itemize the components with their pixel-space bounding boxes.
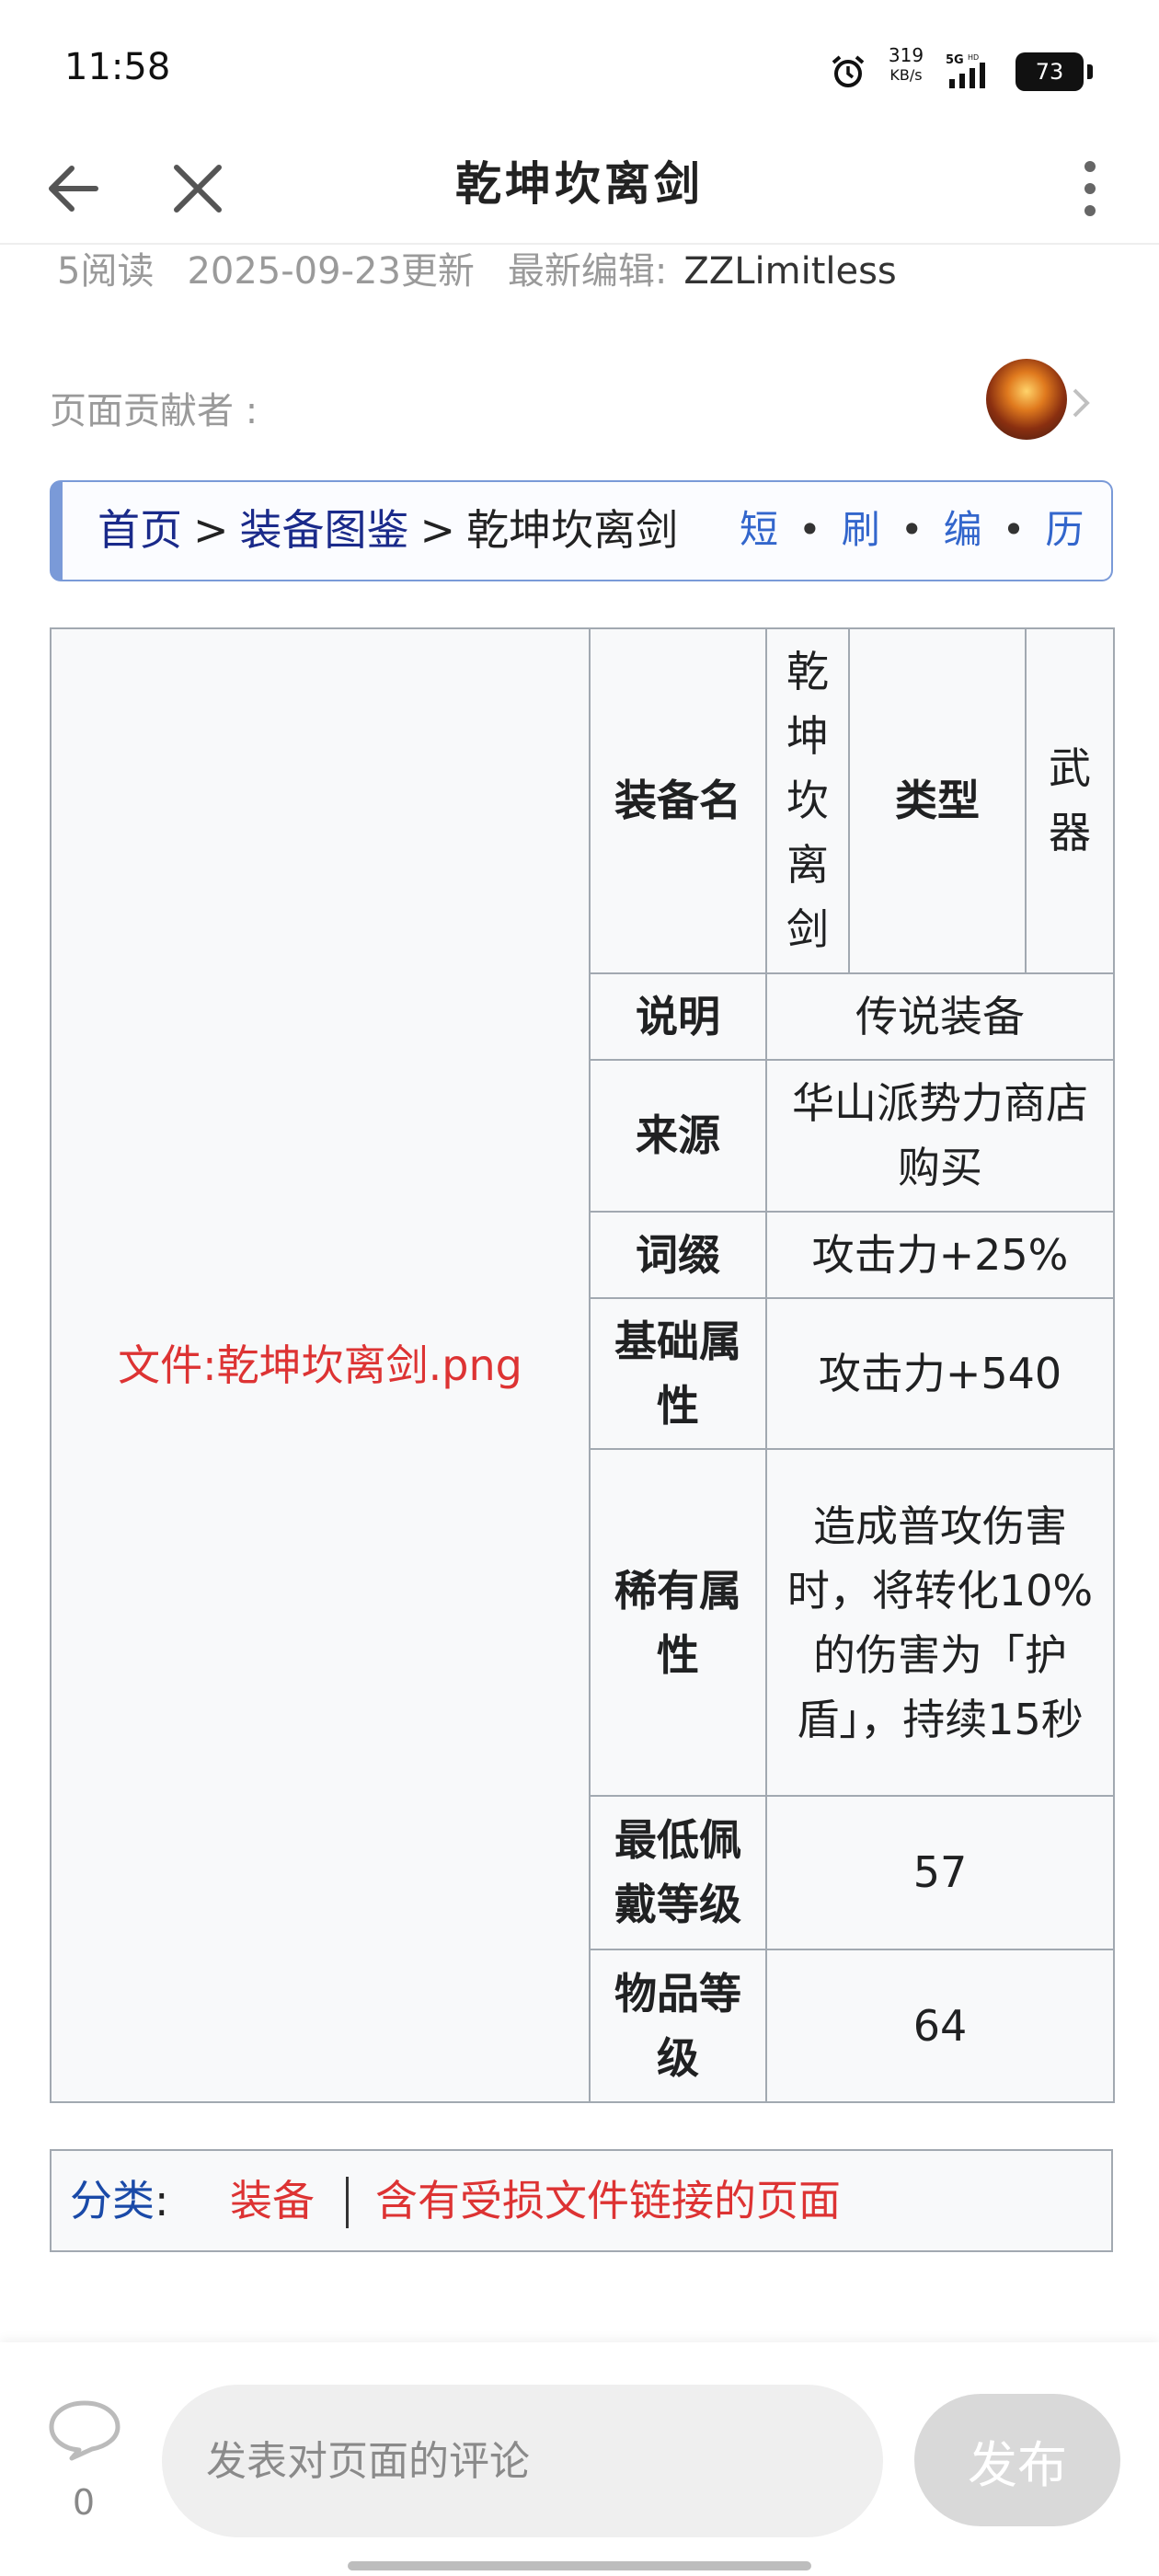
comment-bar: 0 发布	[0, 2342, 1159, 2576]
row-value: 攻击力+540	[765, 1296, 1115, 1451]
category-box: 分类: 装备 含有受损文件链接的页面	[50, 2149, 1113, 2252]
row-label: 来源	[589, 1059, 767, 1213]
status-bar: 11:58 319 KB/s 5G HD 73	[0, 0, 1159, 138]
svg-text:HD: HD	[968, 53, 979, 62]
more-options-button[interactable]	[1058, 147, 1122, 230]
tool-history-link[interactable]: 历	[1045, 507, 1084, 552]
type-value: 武 器	[1025, 627, 1115, 974]
breadcrumb-section-link[interactable]: 装备图鉴	[240, 505, 409, 555]
alarm-icon	[832, 55, 865, 87]
category-colon: :	[155, 2176, 169, 2225]
close-icon	[174, 165, 222, 213]
category-link[interactable]: 含有受损文件链接的页面	[375, 2151, 841, 2250]
arrow-left-icon	[49, 166, 98, 212]
battery-cap	[1087, 64, 1093, 79]
battery-indicator: 73	[1016, 52, 1084, 91]
tool-short-link[interactable]: 短	[740, 507, 778, 552]
comment-input[interactable]	[162, 2385, 883, 2537]
row-label: 说明	[589, 972, 767, 1062]
update-date: 2025-09-23更新	[187, 250, 475, 293]
close-button[interactable]	[156, 147, 239, 230]
breadcrumb-path: 首页 > 装备图鉴 > 乾坤坎离剑	[98, 482, 678, 578]
row-label: 词缀	[589, 1210, 767, 1299]
svg-text:5G: 5G	[946, 53, 964, 67]
tool-separator: •	[1002, 507, 1026, 552]
category-link[interactable]: 装备	[230, 2151, 315, 2250]
category-label-text[interactable]: 分类	[70, 2176, 155, 2225]
tool-separator: •	[900, 507, 924, 552]
row-value: 造成普攻伤害时，将转化10%的伤害为「护盾」，持续15秒	[765, 1448, 1115, 1798]
network-speed-unit: KB/s	[889, 66, 923, 84]
home-indicator[interactable]	[348, 2561, 811, 2570]
type-char: 武	[1049, 743, 1091, 794]
editor-name[interactable]: ZZLimitless	[683, 250, 896, 293]
name-char: 剑	[786, 904, 829, 955]
network-speed: 319 KB/s	[883, 46, 929, 85]
comment-icon[interactable]	[46, 2398, 123, 2462]
signal-icon: 5G HD	[946, 53, 985, 88]
more-vertical-icon	[1084, 161, 1096, 216]
status-time: 11:58	[64, 46, 171, 88]
name-char: 离	[786, 840, 829, 891]
type-char: 器	[1049, 808, 1091, 858]
category-divider	[346, 2177, 349, 2228]
name-char: 坎	[786, 776, 829, 826]
tool-refresh-link[interactable]: 刷	[842, 507, 880, 552]
breadcrumb-home-link[interactable]: 首页	[98, 505, 182, 555]
row-label: 基础属性	[589, 1296, 767, 1451]
contributors-label: 页面贡献者 :	[50, 390, 258, 432]
contributor-avatar[interactable]	[986, 359, 1067, 440]
row-label: 最低佩戴等级	[589, 1795, 767, 1950]
tool-separator: •	[798, 507, 821, 552]
breadcrumb-separator: >	[419, 505, 456, 555]
row-value: 57	[765, 1795, 1115, 1950]
row-value: 传说装备	[765, 972, 1115, 1062]
editor-label: 最新编辑:	[507, 250, 668, 293]
row-value: 华山派势力商店购买	[765, 1059, 1115, 1213]
equipment-infobox: 文件:乾坤坎离剑.png 装备名 乾 坤 坎 离 剑 类型 武 器 说明 传说装…	[50, 627, 1115, 2104]
type-label: 类型	[848, 627, 1027, 974]
back-button[interactable]	[28, 147, 120, 230]
read-count: 5阅读	[57, 250, 155, 293]
table-row: 文件:乾坤坎离剑.png 装备名 乾 坤 坎 离 剑 类型 武 器	[50, 627, 1115, 2103]
network-speed-value: 319	[888, 44, 924, 66]
broken-image-link[interactable]: 文件:乾坤坎离剑.png	[50, 627, 591, 2103]
breadcrumb-current: 乾坤坎离剑	[466, 505, 679, 555]
name-value: 乾 坤 坎 离 剑	[765, 627, 850, 974]
breadcrumb-separator: >	[193, 505, 229, 555]
tool-edit-link[interactable]: 编	[944, 507, 982, 552]
name-char: 坤	[786, 711, 829, 762]
app-bar: 乾坤坎离剑	[0, 138, 1159, 245]
name-label: 装备名	[589, 627, 767, 974]
name-char: 乾	[786, 647, 829, 697]
row-value: 攻击力+25%	[765, 1210, 1115, 1299]
breadcrumb: 首页 > 装备图鉴 > 乾坤坎离剑 短 • 刷 • 编 • 历	[50, 480, 1113, 581]
chevron-right-icon[interactable]	[1067, 385, 1095, 421]
page-title: 乾坤坎离剑	[455, 156, 704, 211]
row-value: 64	[765, 1948, 1115, 2104]
comment-count: 0	[72, 2482, 96, 2523]
row-label: 稀有属性	[589, 1448, 767, 1798]
category-label[interactable]: 分类:	[70, 2151, 169, 2250]
page-meta: 5阅读 2025-09-23更新 最新编辑: ZZLimitless	[57, 241, 897, 294]
row-label: 物品等级	[589, 1948, 767, 2104]
page-tools: 短 • 刷 • 编 • 历	[740, 482, 1084, 578]
publish-button[interactable]: 发布	[914, 2394, 1120, 2526]
